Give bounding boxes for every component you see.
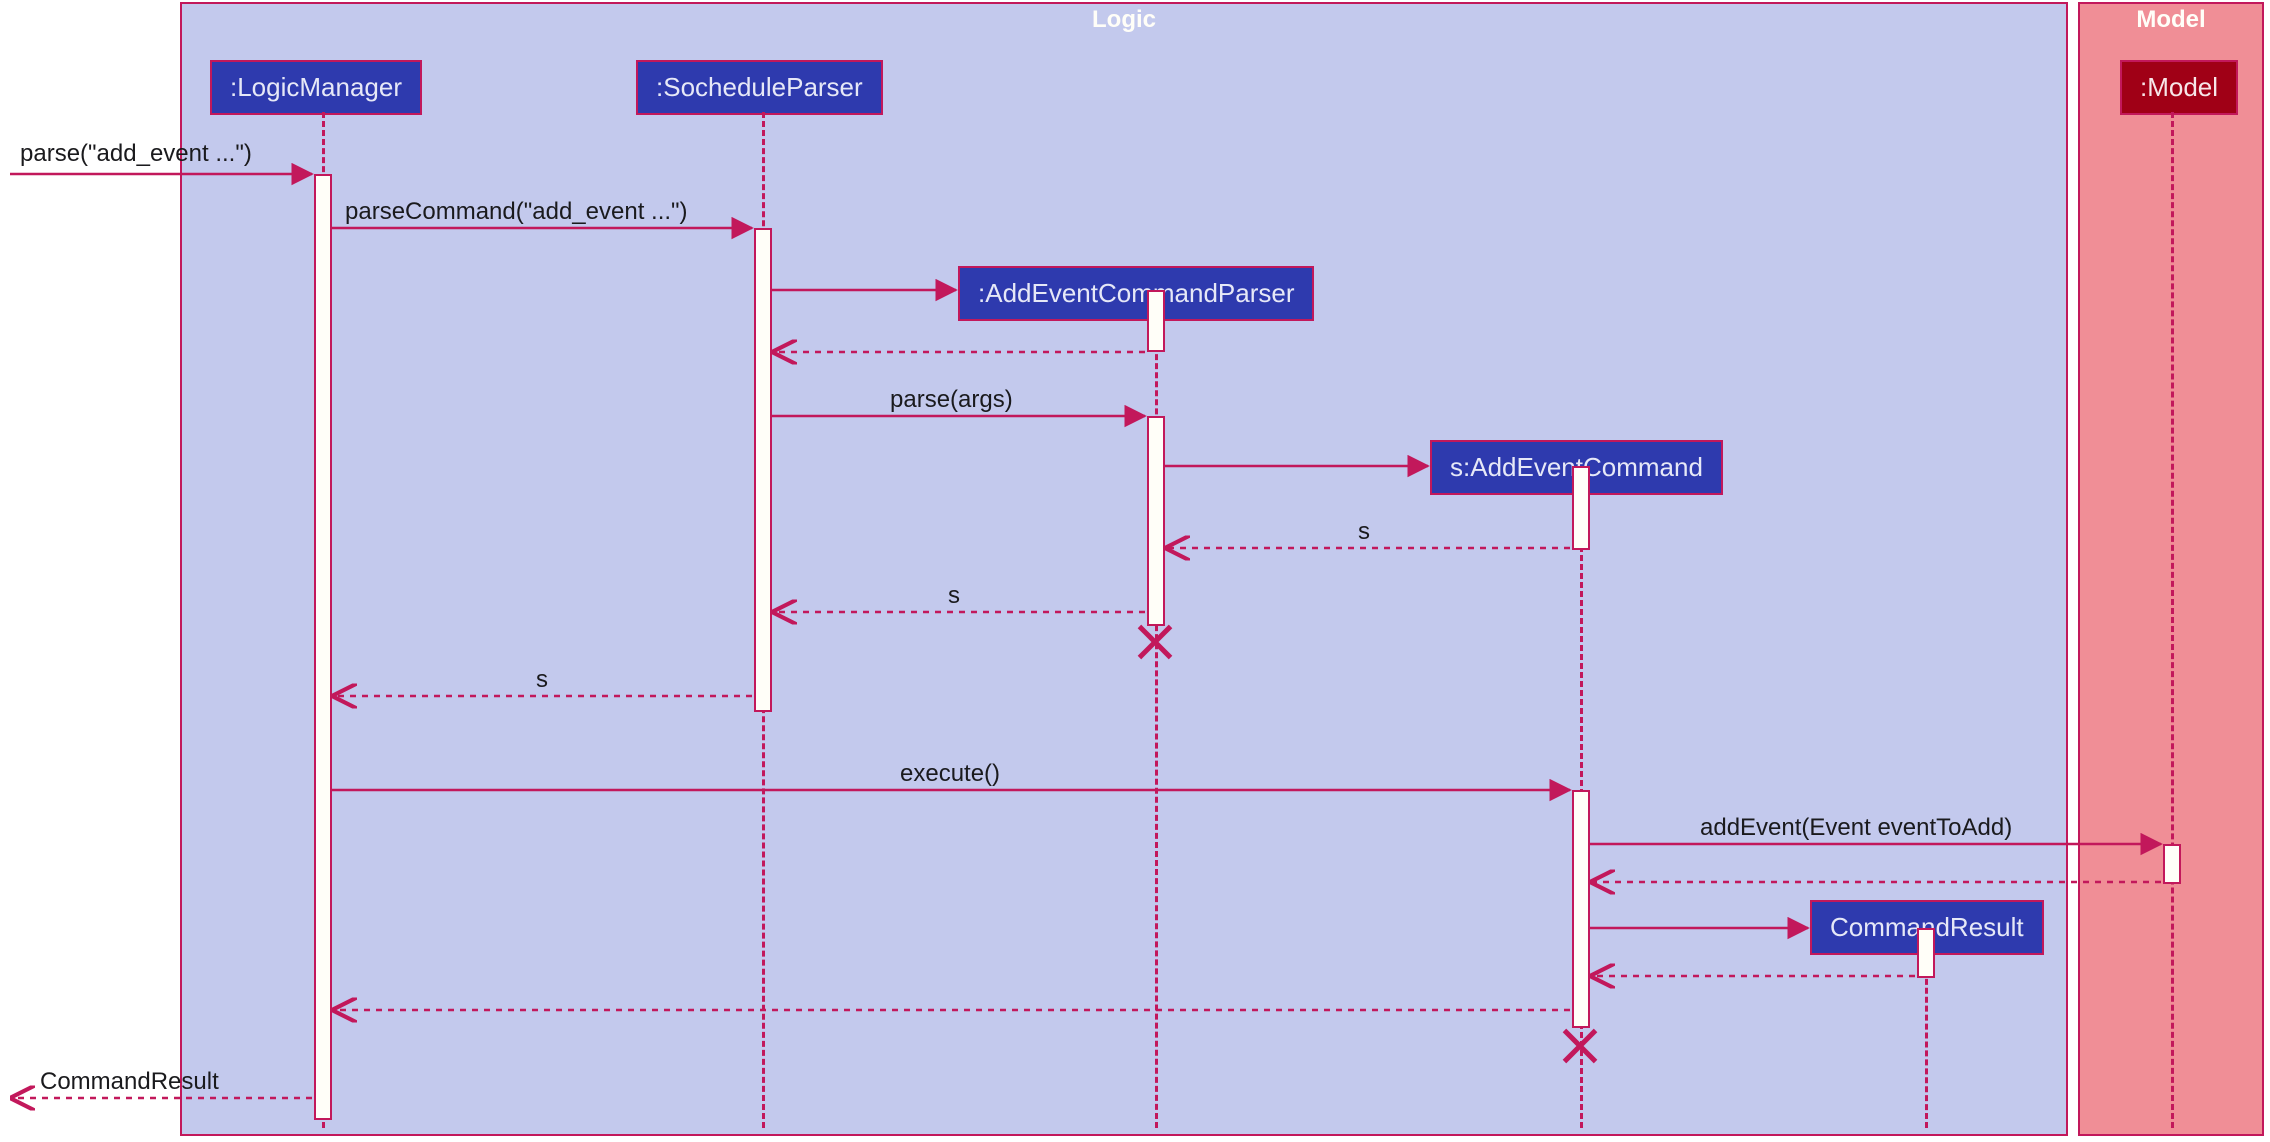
lifeline-command-result bbox=[1925, 952, 1928, 1128]
msg-parse-args: parse(args) bbox=[890, 386, 1013, 414]
sequence-diagram: Logic Model :LogicManager :SochedulePars… bbox=[0, 0, 2270, 1142]
activation-command-result bbox=[1917, 928, 1935, 978]
head-logic-manager: :LogicManager bbox=[210, 60, 422, 115]
destroy-addeventcommand-icon bbox=[1560, 1026, 1600, 1066]
frame-logic-title: Logic bbox=[1092, 6, 1156, 34]
msg-parse: parse("add_event ...") bbox=[20, 140, 252, 168]
msg-parse-command: parseCommand("add_event ...") bbox=[345, 198, 688, 226]
activation-logic-manager bbox=[314, 174, 332, 1120]
lifeline-model bbox=[2171, 112, 2174, 1128]
head-sochedule-parser: :SocheduleParser bbox=[636, 60, 883, 115]
activation-aecp-1 bbox=[1147, 290, 1165, 352]
head-add-event-command-parser: :AddEventCommandParser bbox=[958, 266, 1314, 321]
frame-logic: Logic bbox=[180, 2, 2068, 1136]
activation-sochedule-parser bbox=[754, 228, 772, 712]
msg-return-s3: s bbox=[536, 666, 548, 694]
msg-add-event: addEvent(Event eventToAdd) bbox=[1700, 814, 2012, 842]
msg-return-s2: s bbox=[948, 582, 960, 610]
activation-addeventcommand-2 bbox=[1572, 790, 1590, 1028]
msg-return-s1: s bbox=[1358, 518, 1370, 546]
head-model: :Model bbox=[2120, 60, 2238, 115]
destroy-aecp-icon bbox=[1135, 622, 1175, 662]
msg-execute: execute() bbox=[900, 760, 1000, 788]
activation-model bbox=[2163, 844, 2181, 884]
activation-aecp-2 bbox=[1147, 416, 1165, 626]
activation-addeventcommand-1 bbox=[1572, 466, 1590, 550]
frame-model-title: Model bbox=[2136, 6, 2205, 34]
msg-command-result: CommandResult bbox=[40, 1068, 219, 1096]
